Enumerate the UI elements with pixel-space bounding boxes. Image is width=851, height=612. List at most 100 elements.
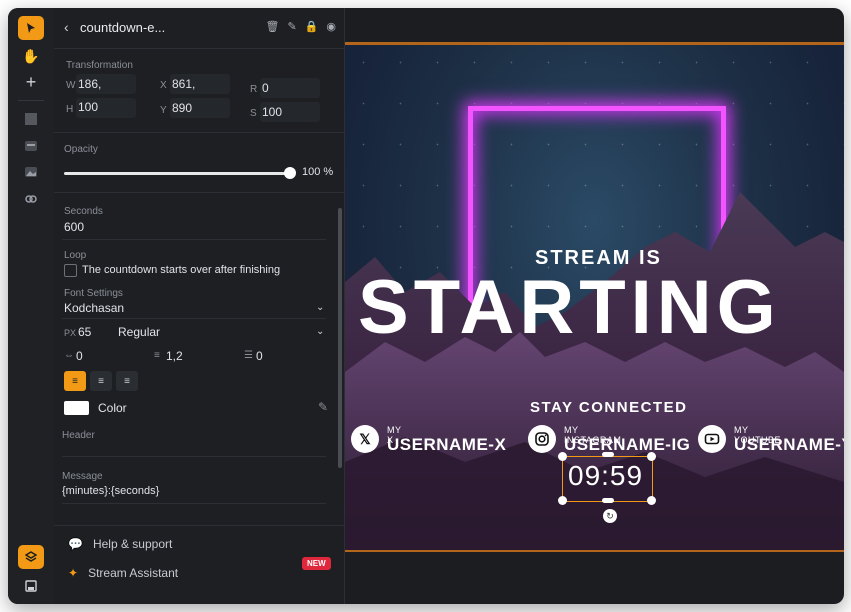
r-label: R [250,84,258,95]
w-value[interactable]: 186, [78,77,101,91]
instagram-icon [528,425,556,453]
hand-icon: ✋ [22,47,40,64]
social-instagram-username: USERNAME-IG [564,435,691,454]
line-height-input[interactable]: 1,2 [166,349,183,363]
stage-bottom-border [345,550,844,552]
resize-handle[interactable] [558,452,567,461]
eyedropper-icon[interactable]: ✎ [318,400,328,414]
align-center-icon: ≡ [98,375,104,387]
canvas-stage[interactable]: STREAM IS STARTING STAY CONNECTED 𝕏 MY X… [345,42,844,552]
x-label: X [160,80,167,91]
y-label: Y [160,105,167,116]
stay-connected-text[interactable]: STAY CONNECTED [530,399,687,416]
header-actions: 🗑 ✎ 🔒 ◉ [266,20,337,33]
opacity-value: 100 % [302,166,334,178]
layer-thumb-2[interactable] [18,134,44,158]
align-right-button[interactable]: ≡ [116,371,138,391]
help-label: Help & support [92,537,173,551]
opacity-slider-track[interactable] [64,172,290,175]
r-value[interactable]: 0 [262,81,269,95]
panel-header: ‹ countdown-e... 🗑 ✎ 🔒 ◉ [54,8,344,49]
layer-title: countdown-e... [80,20,166,35]
opacity-label: Opacity [64,144,98,155]
resize-handle[interactable] [602,498,614,503]
color-swatch[interactable] [64,401,89,415]
new-badge: NEW [302,557,331,570]
rectangle-icon [25,113,37,125]
properties-panel: ‹ countdown-e... 🗑 ✎ 🔒 ◉ Transformation … [54,8,345,604]
transformation-label: Transformation [66,60,133,71]
seconds-input[interactable]: 600 [64,220,84,234]
line-height-icon: ≡ [154,350,160,361]
cursor-icon [27,23,35,33]
message-input[interactable]: {minutes}:{seconds} [62,485,159,497]
trash-icon[interactable]: 🗑 [266,20,280,33]
section-divider [54,132,344,133]
countdown-timer[interactable]: 09:59 [568,460,643,492]
lock-icon[interactable]: 🔒 [305,20,319,33]
y-value[interactable]: 890 [172,101,192,115]
font-size-input[interactable]: 65 [78,325,91,339]
loop-description: The countdown starts over after finishin… [82,264,281,276]
h-value[interactable]: 100 [78,100,98,114]
resize-handle[interactable] [647,496,656,505]
save-button[interactable] [18,574,44,598]
px-label: PX [64,328,77,338]
resize-handle[interactable] [558,496,567,505]
layer-thumb-3[interactable] [18,160,44,184]
panel-scrollbar[interactable] [338,208,342,468]
add-button[interactable]: + [18,70,44,94]
opacity-slider-handle[interactable] [284,167,296,179]
r-field[interactable] [260,78,320,98]
loop-checkbox[interactable] [64,264,77,277]
h-label: H [66,104,74,115]
layers-icon [25,551,37,562]
social-x-username: USERNAME-X [387,435,507,454]
eye-off-icon[interactable]: ◉ [326,20,336,33]
x-value[interactable]: 861, [172,77,195,91]
resize-handle[interactable] [647,452,656,461]
back-chevron-icon[interactable]: ‹ [64,19,69,35]
rail-divider [18,100,44,101]
align-center-button[interactable]: ≡ [90,371,112,391]
x-icon: 𝕏 [351,425,379,453]
save-icon [25,580,37,592]
layer-thumb-1[interactable] [18,107,44,131]
tool-rail: ✋ + [8,8,55,604]
font-weight-select[interactable]: Regular [118,325,160,345]
align-left-button[interactable]: ≡ [64,371,86,391]
loop-label: Loop [64,250,87,261]
youtube-icon [698,425,726,453]
s-value[interactable]: 100 [262,105,282,119]
input-underline [62,503,326,504]
input-underline [62,318,326,319]
pencil-icon[interactable]: ✎ [287,20,296,33]
header-label: Header [62,430,95,441]
align-left-icon: ≡ [72,375,78,387]
rotate-handle-icon[interactable]: ↻ [603,509,617,523]
chevron-down-icon[interactable]: ⌄ [316,302,324,313]
section-divider [54,192,344,193]
starting-text[interactable]: STARTING [358,264,781,351]
select-tool-button[interactable] [18,16,44,40]
help-support-link[interactable]: 💬 Help & support [68,537,172,551]
input-underline [62,239,326,240]
letter-spacing-icon: ⇔ [64,350,74,361]
social-youtube-username: USERNAME-YT [734,435,844,454]
stage-top-border [345,42,844,45]
app-window: ✋ + ‹ countdown-e... 🗑 ✎ 🔒 ◉ Transformat… [8,8,844,604]
hand-tool-button[interactable]: ✋ [18,44,44,68]
chevron-down-icon[interactable]: ⌄ [316,326,324,337]
indent-input[interactable]: 0 [256,349,263,363]
section-divider [54,525,344,526]
font-settings-label: Font Settings [64,288,123,299]
text-layer-icon [25,141,37,151]
layer-thumb-4[interactable] [18,187,44,211]
chat-icon: 💬 [68,537,83,551]
input-underline [62,456,326,457]
stream-assistant-link[interactable]: ✦ Stream Assistant [68,566,178,580]
w-label: W [66,80,76,91]
layers-button[interactable] [18,545,44,569]
letter-spacing-input[interactable]: 0 [76,349,83,363]
resize-handle[interactable] [602,452,614,457]
